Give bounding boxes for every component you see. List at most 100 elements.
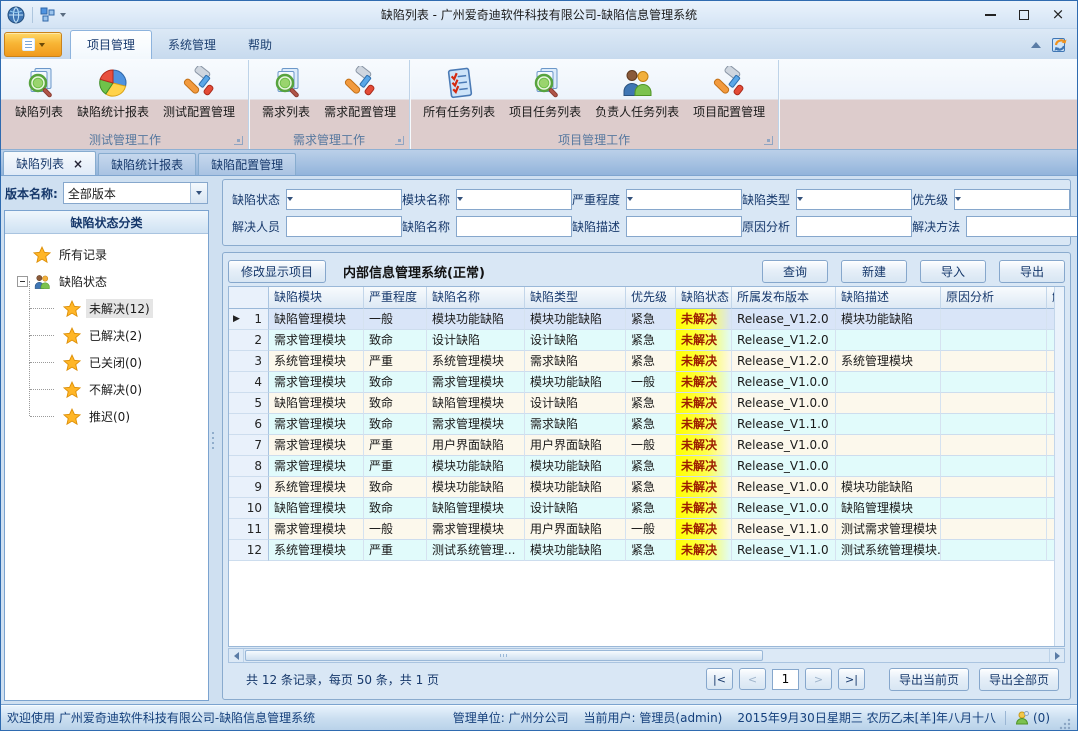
cell[interactable]: Release_V1.1.0 [732,519,836,540]
cell[interactable] [941,351,1047,372]
layout-grid-icon[interactable] [40,7,56,23]
cell[interactable]: Release_V1.2.0 [732,330,836,351]
cell[interactable]: Release_V1.2.0 [732,309,836,330]
tree-item-unresolved[interactable]: 未解决(12) [5,295,208,322]
maximize-button[interactable] [1007,4,1041,26]
cell[interactable]: 缺陷管理模块 [427,393,525,414]
tree-item-closed[interactable]: 已关闭(0) [5,349,208,376]
row-header-cell[interactable]: 4 [229,372,269,393]
cell[interactable]: 模块功能缺陷 [525,477,626,498]
cell[interactable]: 紧急 [626,309,676,330]
tree-collapse-icon[interactable] [17,276,28,287]
table-row[interactable]: 10缺陷管理模块致命缺陷管理模块设计缺陷紧急未解决Release_V1.0.0缺… [229,498,1064,519]
cell[interactable]: 未解决 [676,351,732,372]
cell[interactable]: 缺陷管理模块 [836,498,941,519]
cell[interactable]: 设计缺陷 [525,498,626,519]
cell[interactable]: 系统管理模块 [836,351,941,372]
cell[interactable]: 需求管理模块 [427,414,525,435]
tree-item-postponed[interactable]: 推迟(0) [5,403,208,430]
cell[interactable]: Release_V1.0.0 [732,477,836,498]
cell[interactable]: Release_V1.0.0 [732,372,836,393]
defect-report-button[interactable]: 缺陷统计报表 [70,63,156,122]
cell[interactable]: 紧急 [626,393,676,414]
scroll-left-icon[interactable] [229,649,244,662]
table-row[interactable]: 8需求管理模块严重模块功能缺陷模块功能缺陷紧急未解决Release_V1.0.0 [229,456,1064,477]
cell[interactable]: 严重 [364,540,427,561]
table-row[interactable]: 12系统管理模块严重测试系统管理...模块功能缺陷紧急未解决Release_V1… [229,540,1064,561]
column-header-0[interactable]: 缺陷模块 [269,287,364,309]
cell[interactable]: 设计缺陷 [427,330,525,351]
column-header-6[interactable]: 所属发布版本 [732,287,836,309]
cell[interactable]: 一般 [364,519,427,540]
cell[interactable]: 需求管理模块 [269,330,364,351]
cell[interactable]: 紧急 [626,351,676,372]
cell[interactable]: 模块功能缺陷 [525,540,626,561]
dialog-launcher-icon[interactable] [234,136,243,145]
cell[interactable]: 严重 [364,435,427,456]
cell[interactable]: 缺陷管理模块 [269,498,364,519]
cell[interactable]: 测试需求管理模块 [836,519,941,540]
help-icon[interactable] [1051,36,1069,54]
row-header-cell[interactable]: 5 [229,393,269,414]
cell[interactable]: 设计缺陷 [525,330,626,351]
row-header-cell[interactable]: 2 [229,330,269,351]
cell[interactable]: 测试系统管理... [427,540,525,561]
cell[interactable] [941,414,1047,435]
filter-defect-type-dropdown[interactable] [796,189,912,210]
query-button[interactable]: 查询 [762,260,828,283]
filter-resolver-textbox[interactable] [287,217,401,236]
cell[interactable]: 模块功能缺陷 [525,456,626,477]
cell[interactable]: 需求管理模块 [269,456,364,477]
cell[interactable]: 致命 [364,477,427,498]
chevron-up-icon[interactable] [1031,42,1041,48]
cell[interactable]: 系统管理模块 [269,477,364,498]
filter-defect-desc-input[interactable] [626,216,742,237]
cell[interactable]: 紧急 [626,540,676,561]
version-combobox[interactable]: 全部版本 [63,182,208,204]
doctab-defect-list[interactable]: 缺陷列表× [3,151,96,175]
table-row[interactable]: 7需求管理模块严重用户界面缺陷用户界面缺陷一般未解决Release_V1.0.0 [229,435,1064,456]
cell[interactable]: Release_V1.0.0 [732,435,836,456]
filter-defect-name-textbox[interactable] [457,217,571,236]
doctab-defect-report[interactable]: 缺陷统计报表 [98,153,196,175]
table-row[interactable]: 6需求管理模块致命需求管理模块需求缺陷紧急未解决Release_V1.1.0 [229,414,1064,435]
cell[interactable]: 严重 [364,456,427,477]
cell[interactable]: 一般 [364,309,427,330]
cell[interactable]: 未解决 [676,498,732,519]
cell[interactable] [941,540,1047,561]
cell[interactable]: Release_V1.1.0 [732,540,836,561]
column-header-7[interactable]: 缺陷描述 [836,287,941,309]
filter-solution-textbox[interactable] [967,217,1078,236]
cell[interactable]: 用户界面缺陷 [427,435,525,456]
cell[interactable]: 需求缺陷 [525,414,626,435]
cell[interactable] [836,330,941,351]
scroll-right-icon[interactable] [1049,649,1064,662]
sidebar-splitter[interactable] [209,176,217,704]
cell[interactable]: 模块功能缺陷 [427,309,525,330]
tree-item-wontfix[interactable]: 不解决(0) [5,376,208,403]
export-current-page-button[interactable]: 导出当前页 [889,668,969,691]
export-button[interactable]: 导出 [999,260,1065,283]
table-row[interactable]: 4需求管理模块致命需求管理模块模块功能缺陷一般未解决Release_V1.0.0 [229,372,1064,393]
cell[interactable]: 测试系统管理模块... [836,540,941,561]
cell[interactable]: Release_V1.2.0 [732,351,836,372]
cell[interactable]: 设计缺陷 [525,393,626,414]
doctab-defect-config[interactable]: 缺陷配置管理 [198,153,296,175]
cell[interactable]: 模块功能缺陷 [427,477,525,498]
table-row[interactable]: 5缺陷管理模块致命缺陷管理模块设计缺陷紧急未解决Release_V1.0.0 [229,393,1064,414]
cell[interactable] [836,393,941,414]
table-row[interactable]: 2需求管理模块致命设计缺陷设计缺陷紧急未解决Release_V1.2.0 [229,330,1064,351]
filter-defect-desc-textbox[interactable] [627,217,741,236]
cell[interactable]: 一般 [626,435,676,456]
filter-defect-status-dropdown[interactable] [286,189,402,210]
combobox-dropdown-button[interactable] [457,190,463,204]
combobox-dropdown-button[interactable] [287,190,293,204]
cell[interactable]: 模块功能缺陷 [836,309,941,330]
prev-page-button[interactable]: < [739,668,766,690]
cell[interactable]: Release_V1.1.0 [732,414,836,435]
export-all-pages-button[interactable]: 导出全部页 [979,668,1059,691]
table-row[interactable]: 3系统管理模块严重系统管理模块需求缺陷紧急未解决Release_V1.2.0系统… [229,351,1064,372]
row-header-cell[interactable]: 11 [229,519,269,540]
row-header-cell[interactable]: 12 [229,540,269,561]
cell[interactable] [941,477,1047,498]
